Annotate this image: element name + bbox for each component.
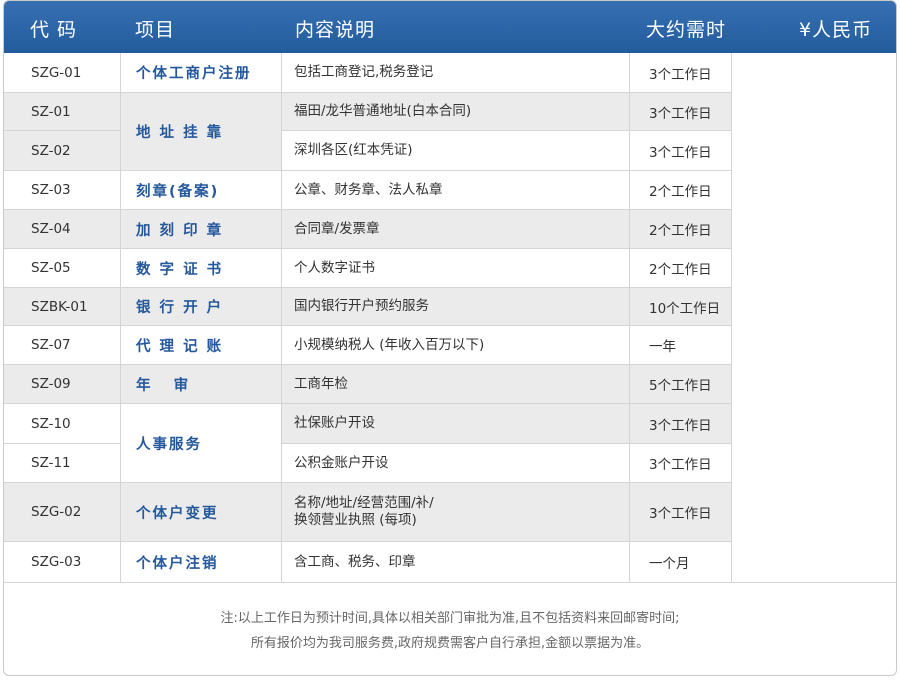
desc-cell: 工商年检 — [282, 365, 630, 404]
item-cell: 加 刻 印 章 — [121, 210, 282, 249]
item-cell: 年 审 — [121, 365, 282, 404]
time-cell: 一年 — [630, 326, 732, 365]
desc-cell: 个人数字证书 — [282, 249, 630, 288]
footnote-line: 注:以上工作日为预计时间,具体以相关部门审批为准,且不包括资料来回邮寄时间; — [220, 611, 680, 626]
time-cell: 3个工作日 — [630, 404, 732, 444]
item-cell: 刻章(备案) — [121, 171, 282, 210]
header-code: 代 码 — [30, 19, 78, 41]
code-cell: SZG-03 — [4, 542, 121, 583]
item-cell: 个体户变更 — [121, 483, 282, 542]
desc-cell: 公积金账户开设 — [282, 444, 630, 483]
time-cell: 3个工作日 — [630, 93, 732, 131]
time-cell: 一个月 — [630, 542, 732, 583]
time-cell: 3个工作日 — [630, 483, 732, 542]
time-cell: 3个工作日 — [630, 131, 732, 171]
code-cell: SZ-03 — [4, 171, 121, 210]
footnote-line: 所有报价均为我司服务费,政府规费需客户自行承担,金额以票据为准。 — [250, 636, 650, 651]
header-desc: 内容说明 — [295, 19, 376, 41]
time-cell: 2个工作日 — [630, 171, 732, 210]
code-cell: SZ-09 — [4, 365, 121, 404]
desc-line: 换领营业执照 (每项) — [294, 512, 417, 528]
desc-cell: 福田/龙华普通地址(白本合同) — [282, 93, 630, 131]
header-price: ¥人民币 — [799, 19, 873, 41]
item-cell: 地 址 挂 靠 — [121, 93, 282, 171]
code-cell: SZ-05 — [4, 249, 121, 288]
code-cell: SZ-04 — [4, 210, 121, 249]
item-cell: 人事服务 — [121, 404, 282, 483]
item-cell: 代 理 记 账 — [121, 326, 282, 365]
desc-cell: 合同章/发票章 — [282, 210, 630, 249]
desc-cell: 国内银行开户预约服务 — [282, 288, 630, 326]
item-cell: 个体户注销 — [121, 542, 282, 583]
code-cell: SZG-02 — [4, 483, 121, 542]
footnote: 注:以上工作日为预计时间,具体以相关部门审批为准,且不包括资料来回邮寄时间; 所… — [4, 606, 896, 656]
code-cell: SZBK-01 — [4, 288, 121, 326]
table-header: 代 码 项目 内容说明 大约需时 ¥人民币 — [4, 1, 896, 53]
time-cell: 2个工作日 — [630, 249, 732, 288]
desc-cell: 含工商、税务、印章 — [282, 542, 630, 583]
price-table: SZG-01 个体工商户注册 包括工商登记,税务登记 3个工作日 SZ-01 地… — [4, 53, 896, 583]
time-cell: 10个工作日 — [630, 288, 732, 326]
price-table-panel: 代 码 项目 内容说明 大约需时 ¥人民币 SZG-01 个体工商户注册 包括工… — [3, 0, 897, 676]
desc-cell: 名称/地址/经营范围/补/ 换领营业执照 (每项) — [282, 483, 630, 542]
time-cell: 5个工作日 — [630, 365, 732, 404]
desc-line: 名称/地址/经营范围/补/ — [294, 495, 434, 511]
code-cell: SZ-07 — [4, 326, 121, 365]
time-cell: 2个工作日 — [630, 210, 732, 249]
desc-cell: 公章、财务章、法人私章 — [282, 171, 630, 210]
time-cell: 3个工作日 — [630, 53, 732, 93]
code-cell: SZ-02 — [4, 131, 121, 171]
code-cell: SZ-10 — [4, 404, 121, 444]
desc-cell: 包括工商登记,税务登记 — [282, 53, 630, 93]
header-item: 项目 — [135, 19, 176, 41]
desc-cell: 社保账户开设 — [282, 404, 630, 444]
price-column — [732, 53, 896, 583]
desc-cell: 小规模纳税人 (年收入百万以下) — [282, 326, 630, 365]
code-cell: SZ-11 — [4, 444, 121, 483]
item-cell: 数 字 证 书 — [121, 249, 282, 288]
item-cell: 个体工商户注册 — [121, 53, 282, 93]
header-time: 大约需时 — [646, 19, 727, 41]
code-cell: SZ-01 — [4, 93, 121, 131]
item-cell: 银 行 开 户 — [121, 288, 282, 326]
desc-cell: 深圳各区(红本凭证) — [282, 131, 630, 171]
code-cell: SZG-01 — [4, 53, 121, 93]
time-cell: 3个工作日 — [630, 444, 732, 483]
